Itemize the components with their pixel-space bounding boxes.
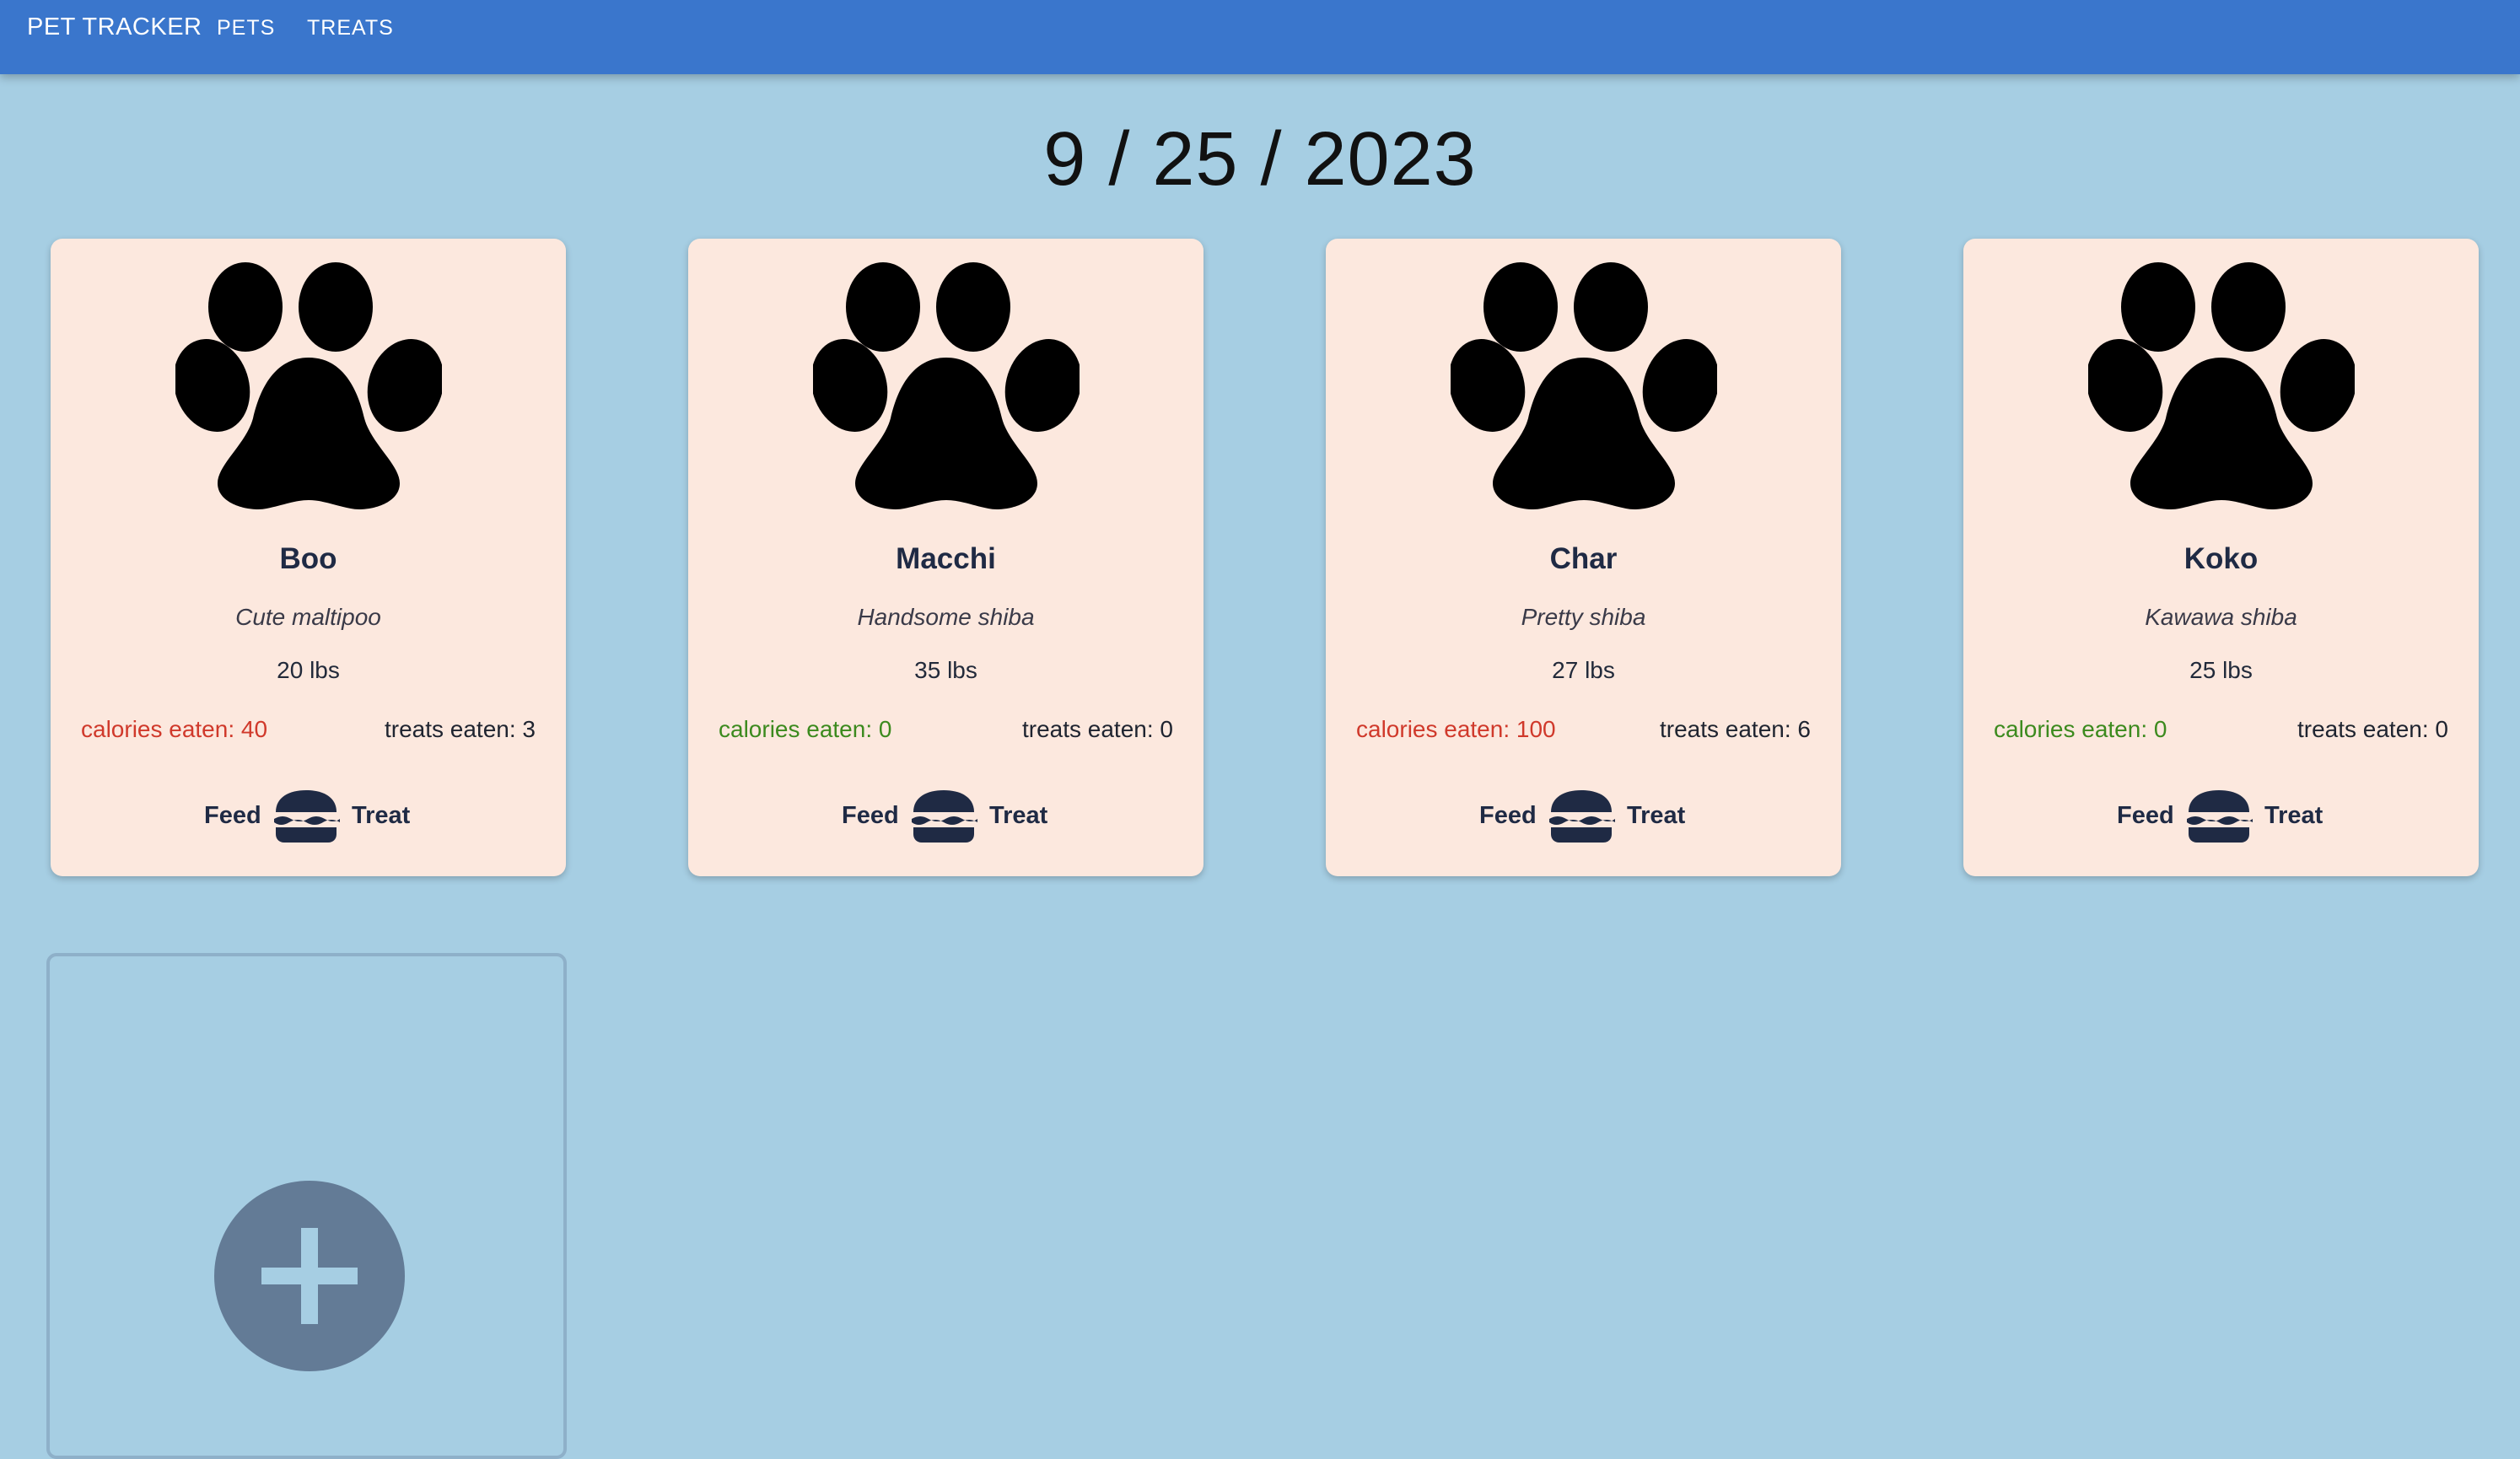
paw-icon — [813, 262, 1080, 509]
pet-description: Cute maltipoo — [235, 604, 381, 630]
treat-button[interactable]: Treat — [1627, 802, 1685, 830]
feed-button[interactable]: Feed — [842, 802, 899, 830]
pet-description: Pretty shiba — [1521, 604, 1646, 630]
feed-button[interactable]: Feed — [204, 802, 261, 830]
paw-icon — [175, 262, 442, 509]
pet-card: Boo Cute maltipoo 20 lbs calories eaten:… — [51, 239, 566, 876]
burger-icon[interactable] — [2185, 790, 2253, 843]
burger-icon[interactable] — [272, 790, 340, 843]
pet-name: Koko — [2183, 542, 2259, 575]
pet-card: Koko Kawawa shiba 25 lbs calories eaten:… — [1963, 239, 2479, 876]
pet-name: Char — [1549, 542, 1618, 575]
treats-eaten: treats eaten: 0 — [2297, 716, 2448, 742]
pet-card: Macchi Handsome shiba 35 lbs calories ea… — [688, 239, 1203, 876]
treat-button[interactable]: Treat — [2264, 802, 2323, 830]
pet-weight: 20 lbs — [277, 657, 340, 683]
calories-eaten: calories eaten: 0 — [719, 716, 892, 742]
paw-icon — [1451, 262, 1717, 509]
pet-description: Handsome shiba — [857, 604, 1035, 630]
paw-icon — [2088, 262, 2355, 509]
burger-icon[interactable] — [1548, 790, 1615, 843]
pet-name: Macchi — [896, 542, 996, 575]
pet-card: Char Pretty shiba 27 lbs calories eaten:… — [1326, 239, 1841, 876]
add-pet-button[interactable] — [214, 1181, 405, 1371]
pet-weight: 35 lbs — [914, 657, 977, 683]
app-brand[interactable]: PET TRACKER — [27, 13, 202, 41]
pet-description: Kawawa shiba — [2145, 604, 2297, 630]
pet-weight: 27 lbs — [1552, 657, 1615, 683]
treats-eaten: treats eaten: 0 — [1021, 716, 1173, 742]
calories-eaten: calories eaten: 100 — [1356, 716, 1556, 742]
treats-eaten: treats eaten: 6 — [1659, 716, 1811, 742]
add-pet-card[interactable] — [46, 953, 567, 1459]
top-navigation-bar: PET TRACKER PETS TREATS — [0, 0, 2520, 74]
pet-weight: 25 lbs — [2189, 657, 2253, 683]
plus-icon — [261, 1228, 358, 1324]
burger-icon[interactable] — [910, 790, 977, 843]
pet-name: Boo — [279, 542, 337, 575]
current-date: 9 / 25 / 2023 — [1043, 117, 1477, 202]
feed-button[interactable]: Feed — [2117, 802, 2174, 830]
treat-button[interactable]: Treat — [989, 802, 1047, 830]
calories-eaten: calories eaten: 40 — [81, 716, 268, 742]
calories-eaten: calories eaten: 0 — [1994, 716, 2167, 742]
feed-button[interactable]: Feed — [1479, 802, 1537, 830]
treats-eaten: treats eaten: 3 — [384, 716, 536, 742]
nav-link-treats[interactable]: TREATS — [307, 16, 394, 40]
treat-button[interactable]: Treat — [352, 802, 410, 830]
nav-link-pets[interactable]: PETS — [217, 16, 275, 40]
